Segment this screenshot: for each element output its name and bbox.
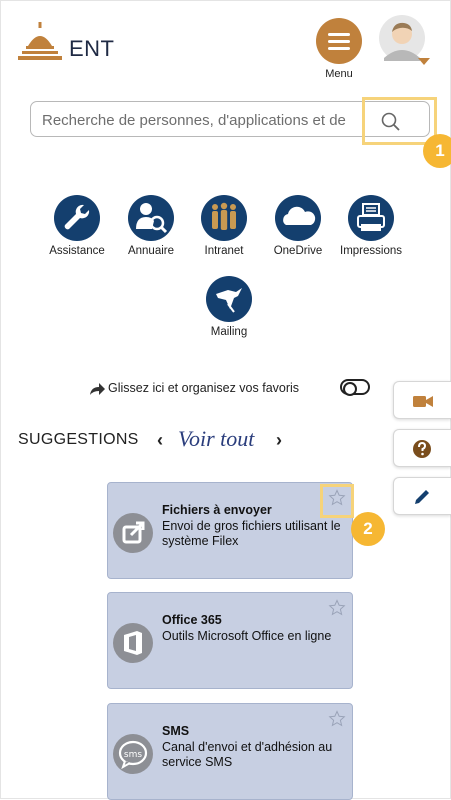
wrench-icon [64, 204, 90, 230]
pencil-icon [415, 490, 429, 504]
star-icon[interactable] [328, 599, 346, 617]
annotation-highlight-2 [320, 484, 354, 518]
annotation-badge-2: 2 [351, 512, 385, 546]
suggestion-card[interactable]: Office 365 Outils Microsoft Office en li… [107, 592, 353, 689]
chevron-left-icon[interactable]: ‹ [157, 430, 163, 451]
people-group-icon [212, 202, 236, 230]
chevron-right-icon[interactable]: › [276, 430, 282, 451]
app-impressions[interactable]: Impressions [335, 195, 407, 257]
ent-logo-icon[interactable] [18, 22, 62, 62]
see-all-link[interactable]: Voir tout [178, 426, 254, 452]
app-intranet[interactable]: Intranet [188, 195, 260, 257]
suggestion-card[interactable]: Fichiers à envoyer Envoi de gros fichier… [107, 482, 353, 579]
help-button[interactable] [393, 429, 451, 467]
app-label: Assistance [49, 245, 105, 257]
chevron-down-icon [418, 58, 430, 65]
suggestions-title: SUGGESTIONS [18, 431, 139, 448]
bird-mail-icon [216, 288, 242, 313]
app-label: Annuaire [127, 245, 175, 257]
card-description: Canal d'envoi et d'adhésion au service S… [162, 740, 333, 769]
printer-icon [357, 203, 385, 231]
sms-icon: sms [113, 734, 153, 774]
svg-text:sms: sms [124, 750, 142, 760]
card-description: Outils Microsoft Office en ligne [162, 629, 332, 643]
person-search-icon [136, 203, 168, 234]
edit-button[interactable] [393, 477, 451, 515]
menu-button[interactable] [316, 18, 362, 64]
app-assistance[interactable]: Assistance [41, 195, 113, 257]
app-mailing[interactable]: Mailing [193, 276, 265, 338]
help-icon [413, 440, 431, 458]
app-label: Intranet [204, 245, 244, 257]
app-label: Impressions [340, 245, 402, 257]
video-camera-icon [413, 396, 433, 407]
brand-title: ENT [69, 36, 115, 61]
office-icon [113, 623, 153, 663]
share-arrow-icon [90, 383, 105, 395]
annotation-badge-1: 1 [423, 134, 451, 168]
card-title: Office 365 [162, 613, 222, 627]
card-description: Envoi de gros fichiers utilisant le syst… [162, 519, 341, 548]
hamburger-icon [328, 33, 350, 36]
star-icon[interactable] [328, 710, 346, 728]
external-link-icon [113, 513, 153, 553]
suggestion-card[interactable]: sms SMS Canal d'envoi et d'adhésion au s… [107, 703, 353, 800]
hamburger-icon-line [328, 47, 350, 50]
toggle-knob [343, 382, 357, 396]
video-call-button[interactable] [393, 381, 451, 419]
favorites-toggle[interactable] [340, 379, 370, 396]
menu-label: Menu [325, 68, 353, 80]
app-annuaire[interactable]: Annuaire [115, 195, 187, 257]
app-label: Mailing [210, 326, 248, 338]
app-onedrive[interactable]: OneDrive [262, 195, 334, 257]
card-title: SMS [162, 724, 190, 738]
annotation-highlight-1 [362, 97, 437, 145]
cloud-icon [283, 206, 316, 225]
app-label: OneDrive [273, 245, 323, 257]
favorites-hint: Glissez ici et organisez vos favoris [108, 381, 300, 395]
search-input[interactable] [40, 108, 384, 132]
hamburger-icon-line [328, 40, 350, 43]
card-title: Fichiers à envoyer [162, 503, 272, 517]
user-avatar[interactable] [378, 14, 432, 68]
